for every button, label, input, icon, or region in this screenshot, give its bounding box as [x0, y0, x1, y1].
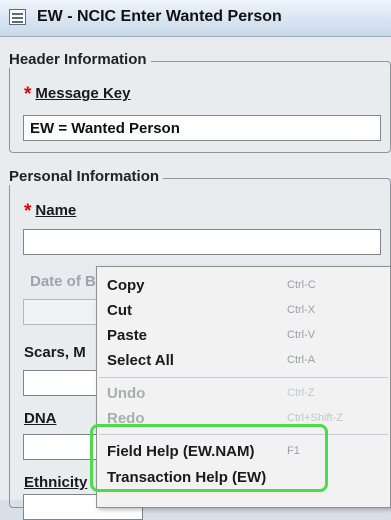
menu-separator: [99, 377, 388, 378]
menu-item-label: Select All: [107, 352, 174, 369]
required-star-icon: *: [24, 201, 32, 222]
dna-label: DNA: [24, 410, 57, 427]
personal-information-label: Personal Information: [9, 168, 164, 185]
message-key-field[interactable]: EW = Wanted Person: [23, 115, 381, 141]
menu-item-shortcut: Ctrl-X: [287, 304, 316, 316]
menu-item-label: Paste: [107, 327, 148, 344]
menu-item-label: Undo: [107, 385, 146, 402]
title-bar: EW - NCIC Enter Wanted Person: [0, 0, 391, 37]
window-title: EW - NCIC Enter Wanted Person: [37, 8, 282, 25]
window-icon[interactable]: [9, 9, 26, 25]
header-information-label: Header Information: [9, 51, 151, 68]
menu-item-shortcut: Ctrl-A: [287, 354, 316, 366]
menu-item-shortcut: Ctrl-Z: [287, 387, 315, 399]
scars-label: Scars, M: [24, 344, 86, 361]
menu-item-undo: Undo Ctrl-Z: [97, 383, 390, 405]
name-label: * Name: [24, 201, 77, 222]
message-key-label: * Message Key: [24, 84, 131, 105]
message-key-value: EW = Wanted Person: [30, 120, 180, 137]
menu-item-label: Cut: [107, 302, 132, 319]
required-star-icon: *: [24, 84, 32, 105]
menu-item-label: Copy: [107, 277, 145, 294]
ethnicity-label: Ethnicity: [24, 474, 88, 491]
menu-item-copy[interactable]: Copy Ctrl-C: [97, 275, 390, 297]
header-information-group: Header Information * Message Key EW = Wan…: [9, 51, 391, 153]
menu-item-paste[interactable]: Paste Ctrl-V: [97, 325, 390, 347]
menu-item-shortcut: Ctrl-C: [287, 279, 316, 291]
date-of-birth-label: Date of B: [30, 273, 96, 290]
name-field[interactable]: [23, 229, 381, 255]
help-items-highlight: [90, 424, 328, 492]
menu-item-shortcut: Ctrl+Shift-Z: [287, 412, 343, 424]
menu-item-shortcut: Ctrl-V: [287, 329, 316, 341]
menu-item-select-all[interactable]: Select All Ctrl-A: [97, 350, 390, 372]
menu-item-cut[interactable]: Cut Ctrl-X: [97, 300, 390, 322]
